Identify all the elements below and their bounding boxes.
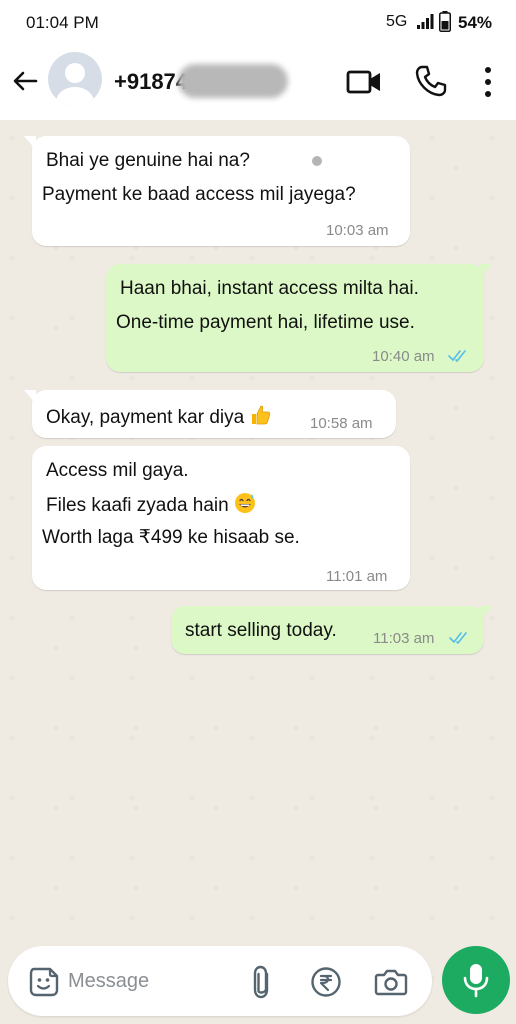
battery-level: 54% [458,13,493,32]
more-options-icon[interactable] [476,64,500,100]
status-time: 01:04 PM [26,13,99,32]
chat-header: +91874 [0,44,516,120]
avatar-placeholder [56,63,94,106]
message-text: Bhai ye genuine hai na? [46,150,250,171]
signal-icon [417,14,434,29]
network-type: 5G [386,13,408,30]
mic-icon [463,964,489,998]
message-input[interactable] [68,966,228,996]
message-time: 10:03 am [326,222,389,239]
thumbs-up-emoji-icon [252,405,271,425]
message-time: 11:01 am [326,568,388,585]
video-call-icon[interactable] [346,64,382,100]
status-bar: 01:04 PM 5G 54% [0,0,516,44]
message-bubble-incoming[interactable]: Okay, payment kar diya 10:58 am [24,390,396,438]
message-bubble-incoming[interactable]: Bhai ye genuine hai na? Payment ke baad … [24,136,410,246]
message-text: One-time payment hai, lifetime use. [116,312,415,333]
redaction-blur [178,64,288,98]
battery-icon [439,11,451,32]
message-text: Okay, payment kar diya [46,404,271,429]
bubble-tail [480,606,492,620]
read-receipt-icon [449,632,467,644]
voice-call-icon[interactable] [414,64,448,98]
message-text: Haan bhai, instant access milta hai. [120,278,419,299]
bubble-tail [480,264,492,278]
typing-dot [312,156,322,166]
message-text: Files kaafi zyada hain [46,492,256,517]
message-text-content: Okay, payment kar diya [46,407,245,428]
message-text: Access mil gaya. [46,460,189,481]
attach-icon[interactable] [248,964,278,1000]
message-bubble-outgoing[interactable]: Haan bhai, instant access milta hai. One… [106,264,492,372]
message-text: start selling today. [185,620,337,641]
avatar[interactable] [48,52,102,106]
grinning-sweat-emoji-icon [235,493,255,513]
chat-area[interactable]: Bhai ye genuine hai na? Payment ke baad … [0,120,516,1024]
contact-name[interactable]: +91874 [114,69,188,95]
mic-button[interactable] [442,946,510,1014]
message-compose-bar [8,946,432,1016]
bubble-tail [24,136,36,150]
back-arrow-icon[interactable] [10,66,40,96]
rupee-payment-icon[interactable] [310,966,342,998]
message-time: 10:40 am [372,348,435,365]
message-text: Worth laga ₹499 ke hisaab se. [42,527,300,548]
camera-icon[interactable] [374,966,408,998]
message-bubble-incoming[interactable]: Access mil gaya. Files kaafi zyada hain … [32,446,410,590]
message-text-content: Files kaafi zyada hain [46,495,229,516]
message-text: Payment ke baad access mil jayega? [42,184,356,205]
message-bubble-outgoing[interactable]: start selling today. 11:03 am [171,606,492,654]
sticker-icon[interactable] [28,966,60,998]
bubble-tail [24,390,36,404]
message-time: 11:03 am [373,630,435,647]
message-time: 10:58 am [310,415,373,432]
read-receipt-icon [448,350,466,362]
